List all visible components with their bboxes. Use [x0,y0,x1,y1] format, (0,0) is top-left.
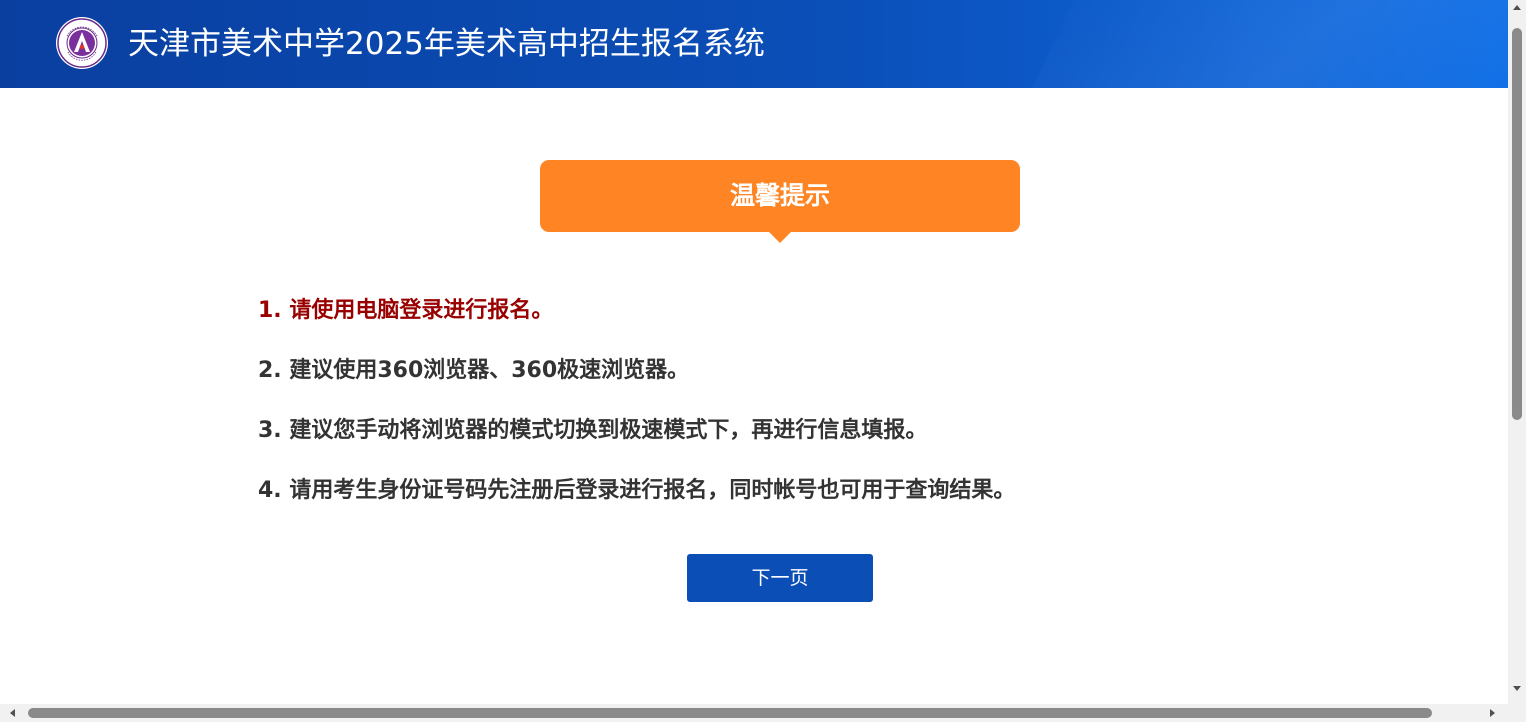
site-title: 天津市美术中学2025年美术高中招生报名系统 [128,26,765,62]
next-page-button[interactable]: 下一页 [687,554,873,602]
header-decoration [998,0,1508,88]
notice-item-1: 1. 请使用电脑登录进行报名。 [258,298,554,323]
scroll-up-arrow-icon[interactable] [1513,5,1521,10]
scroll-down-arrow-icon[interactable] [1513,686,1521,691]
scroll-left-arrow-icon[interactable] [10,709,15,717]
scroll-right-arrow-icon[interactable] [1490,709,1495,717]
horizontal-scrollbar[interactable] [0,704,1508,722]
school-emblem-icon [56,17,108,69]
scrollbar-corner [1508,704,1526,722]
notice-item-2: 2. 建议使用360浏览器、360极速浏览器。 [258,358,690,383]
notice-item-3: 3. 建议您手动将浏览器的模式切换到极速模式下，再进行信息填报。 [258,418,928,443]
site-header: 天津市美术中学2025年美术高中招生报名系统 [0,0,1508,88]
tip-banner: 温馨提示 [540,160,1020,243]
notice-list: 1. 请使用电脑登录进行报名。 2. 建议使用360浏览器、360极速浏览器。 … [258,290,1258,530]
vertical-scroll-thumb[interactable] [1512,28,1522,420]
horizontal-scroll-thumb[interactable] [28,708,1432,718]
notice-item-4: 4. 请用考生身份证号码先注册后登录进行报名，同时帐号也可用于查询结果。 [258,478,1016,503]
page-viewport: 天津市美术中学2025年美术高中招生报名系统 温馨提示 1. 请使用电脑登录进行… [0,0,1508,704]
vertical-scrollbar[interactable] [1508,0,1526,704]
tip-title: 温馨提示 [729,181,830,210]
